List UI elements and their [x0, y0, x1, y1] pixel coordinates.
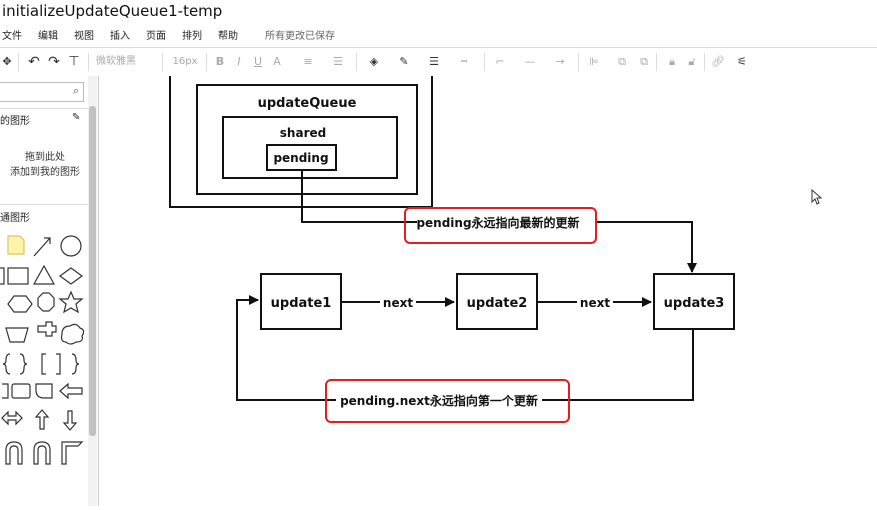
lock-icon[interactable]: 🔒︎ — [664, 48, 680, 76]
toolbar-separator — [484, 53, 485, 71]
diagram-canvas[interactable]: updateQueue shared pending update1 updat… — [99, 72, 877, 506]
trapezoid-shape[interactable] — [5, 327, 29, 343]
circular-next-edge[interactable] — [236, 295, 694, 401]
line-width-icon[interactable]: ☰ — [426, 48, 442, 76]
update-queue-label: updateQueue — [258, 96, 357, 111]
line-style-icon[interactable]: ┅ — [456, 48, 472, 76]
shape-library-sidebar: ⌕ 的图形 ✎ 拖到此处 添加到我的图形 通图形 — [0, 76, 99, 506]
menu-arrange[interactable]: 排列 — [182, 27, 202, 42]
pointer-icon[interactable]: ✥ — [0, 48, 14, 76]
next-label-1: next — [383, 296, 413, 310]
process-shape[interactable] — [11, 383, 31, 399]
line-start-icon[interactable]: — — [518, 48, 542, 76]
cloud-shape[interactable] — [60, 323, 85, 345]
save-status: 所有更改已保存 — [265, 31, 335, 42]
octagon-shape[interactable] — [37, 292, 55, 312]
up-arrow-shape[interactable] — [34, 409, 50, 430]
star-shape[interactable] — [58, 290, 84, 314]
undo-icon[interactable]: ↶ — [26, 48, 42, 76]
menu-help[interactable]: 帮助 — [218, 27, 238, 42]
toolbar-separator — [88, 53, 89, 71]
rect-shape-partial[interactable] — [0, 267, 5, 285]
hexagon-shape[interactable] — [7, 295, 33, 313]
line-end-icon[interactable]: → — [548, 48, 572, 76]
down-arrow-shape[interactable] — [62, 410, 78, 431]
shape-partial[interactable] — [2, 383, 9, 399]
toolbar-separator — [162, 53, 163, 71]
to-front-icon[interactable]: ⧉ — [614, 48, 630, 76]
unlock-icon[interactable]: 🔓︎ — [684, 48, 700, 76]
cross-shape[interactable] — [37, 321, 57, 337]
corner-shape[interactable] — [61, 441, 84, 465]
toolbar: ✥ ↶ ↷ ⊤ 微软雅黑 16px B I U A ≡ ☰ ◈ ✎ ☰ ┅ ⌐ … — [0, 47, 877, 77]
align-left-icon[interactable]: ≡ — [300, 48, 316, 76]
bracket-shape[interactable] — [41, 353, 46, 375]
fill-color-icon[interactable]: ◈ — [366, 48, 382, 76]
divider — [0, 204, 88, 205]
toolbar-separator — [656, 53, 657, 71]
menu-view[interactable]: 视图 — [74, 27, 94, 42]
link-icon[interactable]: 🔗︎ — [710, 48, 726, 76]
arrow-shape[interactable] — [33, 237, 51, 257]
toolbar-separator — [704, 53, 705, 71]
toolbar-separator — [206, 53, 207, 71]
window-title: initializeUpdateQueue1-temp — [2, 2, 223, 20]
annotation-top: pending永远指向最新的更新 — [416, 215, 579, 230]
align-shapes-icon[interactable]: ⊫ — [586, 48, 602, 76]
magic-wand-icon[interactable]: ⚟ — [734, 48, 750, 76]
diamond-shape[interactable] — [58, 267, 84, 285]
update3-label: update3 — [664, 296, 725, 311]
underline-button[interactable]: U — [251, 48, 265, 76]
note-shape[interactable] — [7, 235, 25, 255]
annotation-bottom: pending.next永远指向第一个更新 — [340, 393, 538, 408]
triangle-shape[interactable] — [32, 264, 56, 285]
update1-label: update1 — [271, 296, 332, 311]
menu-file[interactable]: 文件 — [2, 27, 22, 42]
sidebar-scrollbar-thumb[interactable] — [89, 106, 96, 436]
font-color-button[interactable]: A — [270, 48, 284, 76]
u-turn-shape[interactable] — [5, 441, 23, 465]
connector-style-icon[interactable]: ⌐ — [492, 48, 508, 76]
edit-scratchpad-icon[interactable]: ✎ — [72, 112, 80, 123]
circle-shape[interactable] — [60, 235, 82, 257]
list-icon[interactable]: ☰ — [330, 48, 346, 76]
italic-button[interactable]: I — [232, 48, 246, 76]
font-size-select[interactable]: 16px — [170, 48, 200, 76]
scratchpad-hint-2: 添加到我的图形 — [10, 167, 80, 178]
menu-insert[interactable]: 插入 — [110, 27, 130, 42]
update2-label: update2 — [467, 296, 528, 311]
bracket-shape-right[interactable] — [56, 353, 61, 375]
scratchpad-hint-1: 拖到此处 — [25, 152, 65, 163]
line-color-icon[interactable]: ✎ — [396, 48, 412, 76]
u-turn-shape-2[interactable] — [33, 441, 51, 465]
font-family-select[interactable]: 微软雅黑 — [96, 48, 156, 76]
brace-shape[interactable] — [2, 353, 11, 375]
shared-label: shared — [280, 126, 326, 140]
scratchpad-title[interactable]: 的图形 — [0, 112, 30, 127]
pending-label: pending — [273, 151, 328, 165]
general-shapes-title[interactable]: 通图形 — [0, 209, 30, 224]
toolbar-separator — [18, 53, 19, 71]
rectangle-shape[interactable] — [7, 267, 29, 285]
to-back-icon[interactable]: ⧉ — [636, 48, 652, 76]
mouse-cursor-icon — [811, 188, 823, 205]
next-label-2: next — [580, 296, 610, 310]
search-icon[interactable]: ⌕ — [73, 84, 79, 98]
menu-page[interactable]: 页面 — [146, 27, 166, 42]
diagram: updateQueue shared pending update1 updat… — [169, 72, 823, 423]
shape-palette — [0, 235, 85, 465]
left-arrow-shape[interactable] — [59, 382, 83, 400]
menu-edit[interactable]: 编辑 — [38, 27, 58, 42]
brace-shape-2[interactable] — [71, 353, 80, 375]
shape-search-input[interactable]: ⌕ — [0, 82, 84, 102]
brace-shape-right[interactable] — [19, 353, 28, 375]
divider — [0, 108, 88, 109]
bold-button[interactable]: B — [213, 48, 227, 76]
redo-icon[interactable]: ↷ — [46, 48, 62, 76]
format-painter-icon[interactable]: ⊤ — [66, 48, 82, 76]
toolbar-separator — [356, 53, 357, 71]
delay-shape[interactable] — [35, 383, 53, 399]
toolbar-separator — [578, 53, 579, 71]
double-arrow-shape[interactable] — [1, 410, 23, 426]
